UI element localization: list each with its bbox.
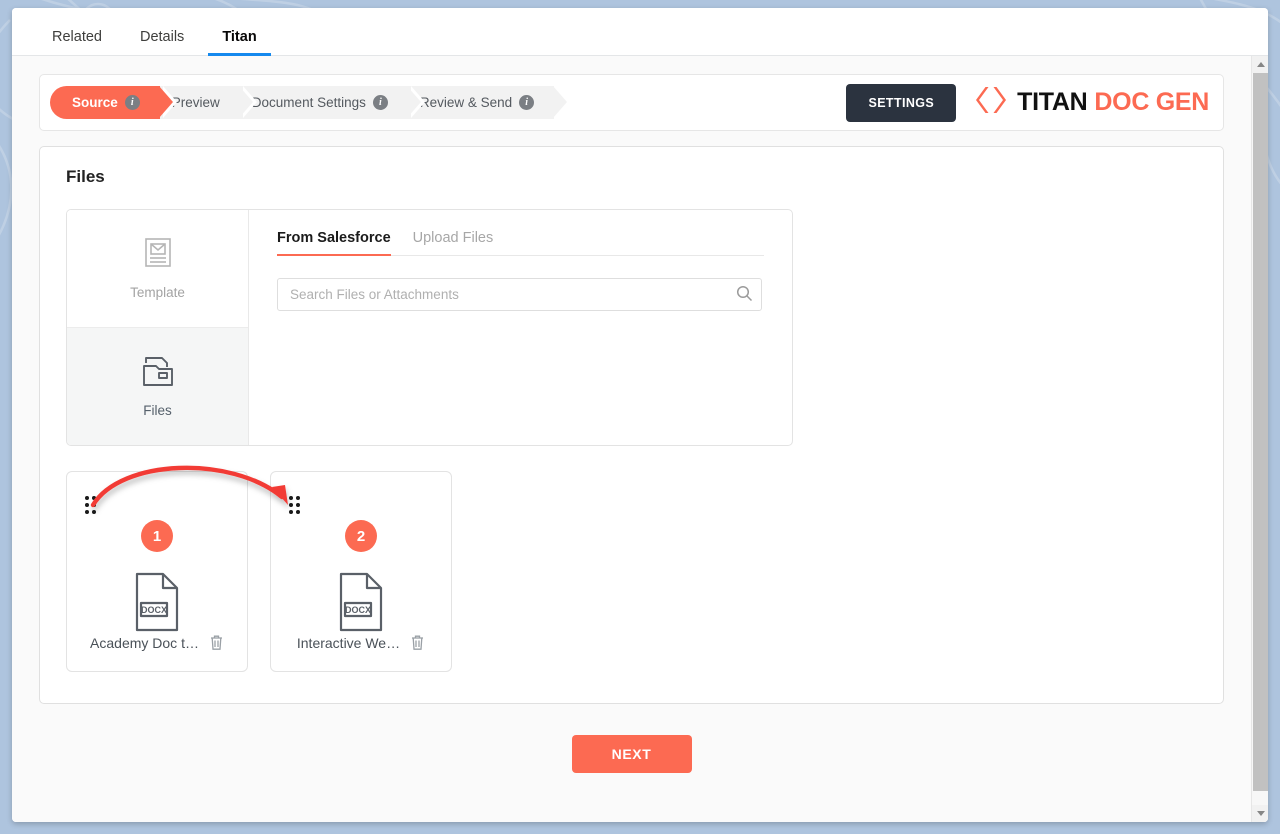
file-name: Academy Doc t… [90, 634, 199, 651]
files-card: Files Template Files From Salesforce Upl… [39, 146, 1224, 704]
tab-from-salesforce[interactable]: From Salesforce [277, 230, 391, 256]
file-card[interactable]: 2 DOCX Interactive We… [270, 471, 452, 672]
brand-name-titan: TITAN [1017, 88, 1088, 116]
tab-details[interactable]: Details [126, 29, 198, 56]
file-card-footer: Academy Doc t… [67, 634, 247, 651]
brand-name-docgen: DOC GEN [1094, 88, 1209, 116]
content-area: Source i Preview Document Settings i Rev… [12, 56, 1268, 822]
docx-file-icon: DOCX [271, 572, 451, 632]
step-source-label: Source [72, 95, 118, 110]
tab-titan[interactable]: Titan [208, 29, 272, 56]
file-order-badge: 1 [141, 520, 173, 552]
file-order-badge: 2 [345, 520, 377, 552]
source-rail: Template Files [67, 210, 249, 445]
settings-button[interactable]: SETTINGS [846, 83, 957, 122]
wizard-stepper-bar: Source i Preview Document Settings i Rev… [39, 74, 1224, 131]
tab-upload-files[interactable]: Upload Files [413, 230, 494, 255]
search-input[interactable] [277, 278, 762, 311]
record-tab-strip: Related Details Titan [12, 8, 1268, 56]
files-section-title: Files [66, 167, 105, 186]
source-panel: From Salesforce Upload Files [249, 210, 792, 445]
drag-handle-icon[interactable] [85, 496, 96, 514]
docx-file-icon: DOCX [67, 572, 247, 632]
template-envelope-icon [142, 237, 174, 274]
step-preview-label: Preview [171, 95, 220, 110]
drag-handle-icon[interactable] [289, 496, 300, 514]
info-icon[interactable]: i [519, 95, 535, 110]
file-card[interactable]: 1 DOCX Academy Doc t… [66, 471, 248, 672]
scroll-down-arrow-icon[interactable] [1252, 805, 1268, 822]
wizard-steps: Source i Preview Document Settings i Rev… [50, 86, 846, 119]
info-icon[interactable]: i [124, 95, 140, 110]
search-icon[interactable] [736, 285, 753, 302]
svg-text:DOCX: DOCX [141, 605, 167, 615]
footer-actions: NEXT [39, 735, 1224, 773]
source-panel-tabs: From Salesforce Upload Files [277, 230, 764, 256]
step-document-settings-label: Document Settings [251, 95, 366, 110]
app-window: Related Details Titan Source i Preview D… [12, 8, 1268, 822]
tab-related[interactable]: Related [38, 29, 116, 56]
step-source[interactable]: Source i [50, 86, 177, 119]
trash-icon[interactable] [209, 634, 224, 651]
selected-files-row: 1 DOCX Academy Doc t… 2 DOCX Interactive… [66, 465, 1197, 672]
vertical-scrollbar[interactable] [1251, 56, 1268, 822]
folder-icon [140, 355, 176, 392]
source-selector: Template Files From Salesforce Upload Fi… [66, 209, 793, 446]
trash-icon[interactable] [410, 634, 425, 651]
titan-chevrons-icon [974, 84, 1008, 121]
titan-doc-gen-logo: TITAN DOC GEN [974, 84, 1209, 121]
file-card-footer: Interactive We… [271, 634, 451, 651]
rail-item-template[interactable]: Template [67, 210, 248, 327]
scrollbar-thumb[interactable] [1253, 73, 1268, 791]
rail-item-files-label: Files [143, 403, 172, 418]
search-files-wrap [277, 278, 762, 311]
scroll-up-arrow-icon[interactable] [1252, 56, 1268, 73]
rail-item-files[interactable]: Files [67, 327, 248, 445]
step-review-and-send-label: Review & Send [419, 95, 513, 110]
info-icon[interactable]: i [372, 95, 388, 110]
file-name: Interactive We… [296, 634, 401, 651]
next-button[interactable]: NEXT [571, 735, 692, 773]
rail-item-template-label: Template [130, 285, 185, 300]
svg-text:DOCX: DOCX [345, 605, 371, 615]
